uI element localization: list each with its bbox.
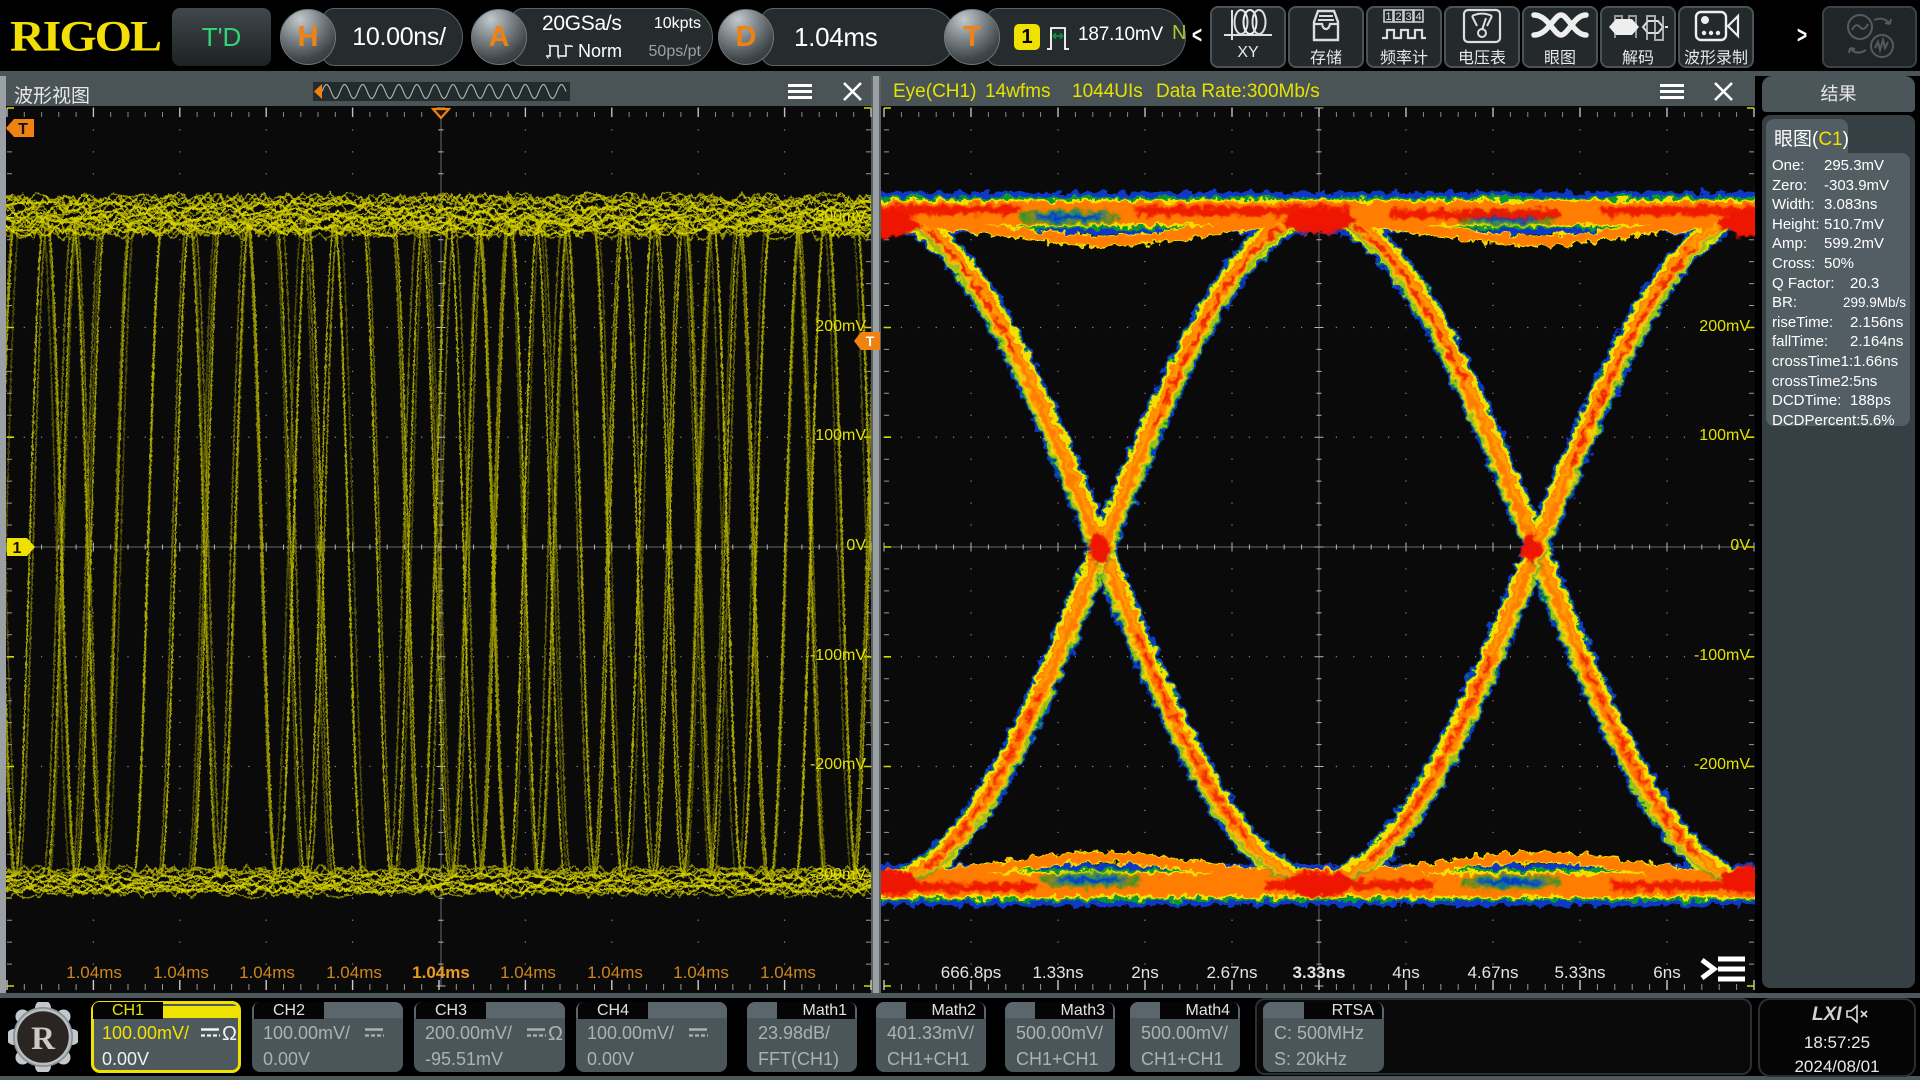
svg-text:1: 1: [13, 540, 22, 557]
svg-text:T: T: [866, 333, 875, 349]
svg-text:T: T: [18, 121, 28, 138]
svg-text:R: R: [31, 1021, 56, 1057]
